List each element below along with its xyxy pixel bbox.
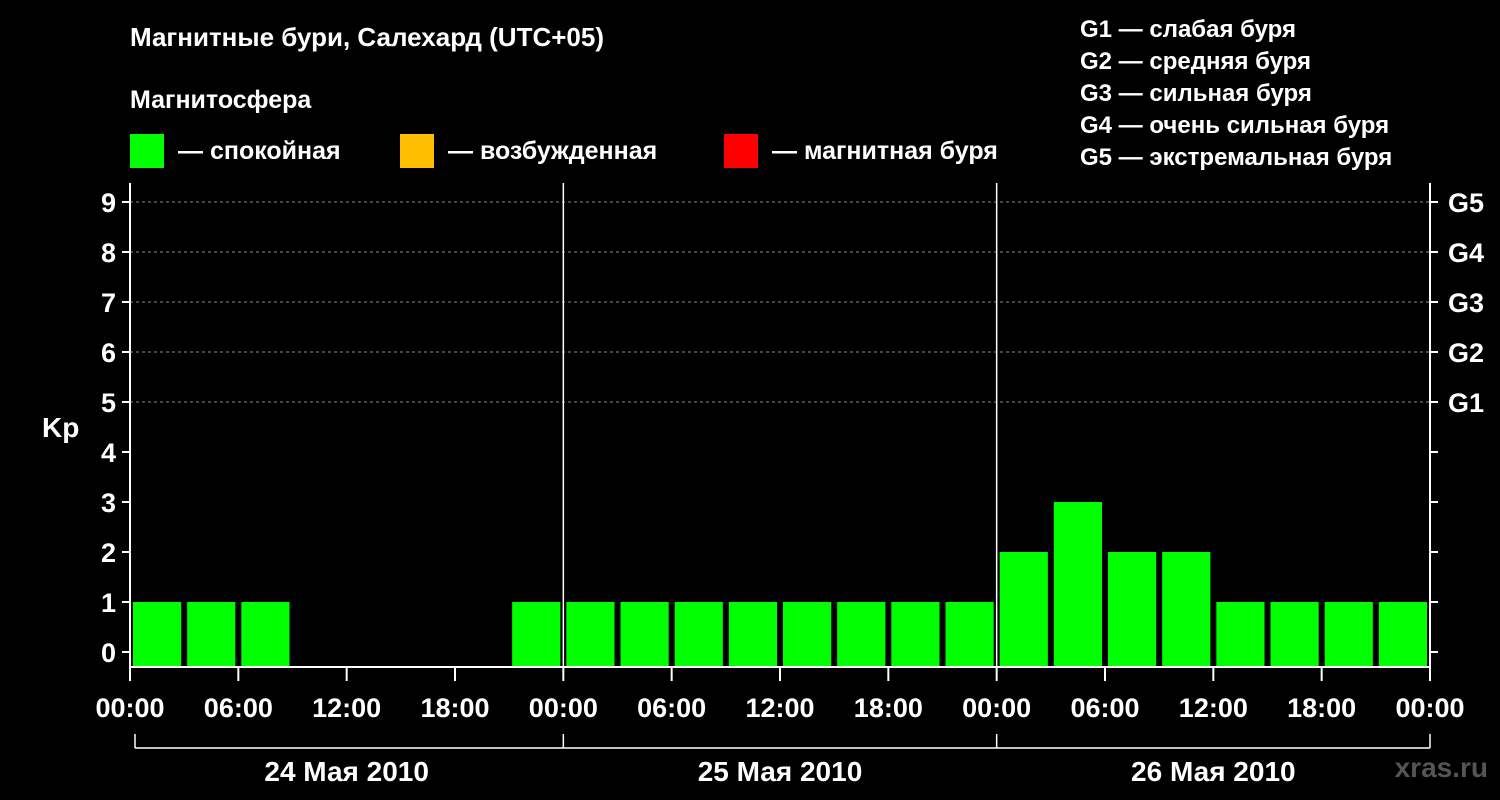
x-tick-label: 00:00 [529, 693, 598, 723]
y-tick-label: 4 [101, 438, 116, 468]
kp-bar [241, 602, 290, 667]
day-label: 24 Мая 2010 [264, 756, 429, 787]
x-tick-label: 06:00 [204, 693, 273, 723]
y-tick-label: 2 [101, 538, 116, 568]
x-tick-label: 18:00 [1287, 693, 1356, 723]
g-tick-label: G3 [1448, 288, 1484, 318]
g-tick-label: G5 [1448, 188, 1484, 218]
kp-bar [1324, 602, 1373, 667]
kp-bar [620, 602, 669, 667]
x-tick-label: 18:00 [420, 693, 489, 723]
kp-bar [1162, 552, 1211, 667]
x-tick-label: 00:00 [1395, 693, 1464, 723]
kp-bar [783, 602, 832, 667]
kp-bar [133, 602, 182, 667]
x-tick-label: 12:00 [312, 693, 381, 723]
x-tick-label: 12:00 [745, 693, 814, 723]
kp-bar [891, 602, 940, 667]
kp-bar [674, 602, 723, 667]
x-tick-label: 06:00 [637, 693, 706, 723]
g-tick-label: G2 [1448, 338, 1484, 368]
kp-bar [1216, 602, 1265, 667]
kp-bar [1053, 502, 1102, 667]
kp-bar [999, 552, 1048, 667]
kp-bar [1378, 602, 1427, 667]
kp-bar [512, 602, 561, 667]
g-tick-label: G1 [1448, 388, 1484, 418]
kp-bar [1108, 552, 1157, 667]
y-tick-label: 1 [101, 588, 116, 618]
kp-bar [837, 602, 886, 667]
kp-bar [566, 602, 615, 667]
y-tick-label: 0 [101, 638, 116, 668]
watermark: xras.ru [1394, 752, 1488, 783]
kp-bar-chart: 0 1 2 3 4 5 6 7 8 9 G1 G2 G3 G4 G5 00:00 06:00 12:00 18:00… [95, 183, 1484, 787]
g-tick-label: G4 [1448, 238, 1484, 268]
x-tick-label: 18:00 [854, 693, 923, 723]
y-tick-label: 9 [101, 188, 116, 218]
x-tick-label: 12:00 [1179, 693, 1248, 723]
x-tick-label: 00:00 [95, 693, 164, 723]
day-label: 25 Мая 2010 [698, 756, 863, 787]
y-tick-label: 3 [101, 488, 116, 518]
y-tick-label: 6 [101, 338, 116, 368]
day-label: 26 Мая 2010 [1131, 756, 1296, 787]
x-tick-label: 06:00 [1070, 693, 1139, 723]
y-tick-label: 5 [101, 388, 116, 418]
y-tick-label: 8 [101, 238, 116, 268]
kp-bar [945, 602, 994, 667]
kp-bar [728, 602, 777, 667]
kp-bar [187, 602, 236, 667]
y-tick-label: 7 [101, 288, 116, 318]
x-tick-label: 00:00 [962, 693, 1031, 723]
kp-bar [1270, 602, 1319, 667]
